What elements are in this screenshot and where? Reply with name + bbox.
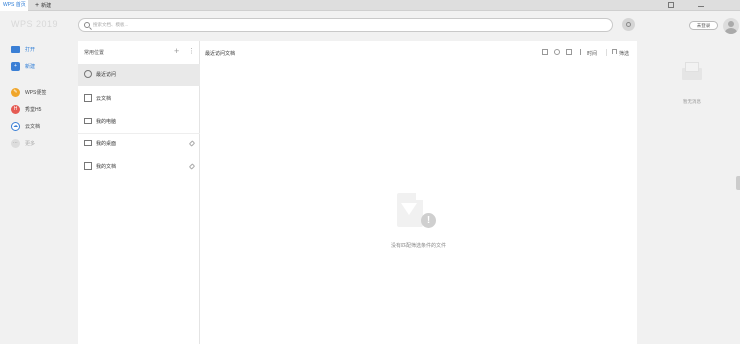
- locations-panel: 常用位置 + ⋮ 最近访问 云文档 我的电脑 我的桌面 我的文档: [78, 41, 200, 344]
- settings-gear-icon[interactable]: [622, 18, 635, 31]
- location-recent[interactable]: 最近访问: [78, 64, 200, 86]
- clock-icon: [84, 70, 92, 78]
- page-title: 最近访问文档: [205, 51, 236, 57]
- h5-icon: H: [11, 104, 20, 114]
- plus-icon: +: [11, 61, 20, 71]
- home-icon[interactable]: [542, 49, 548, 55]
- cube-icon: [84, 94, 92, 102]
- avatar-head: [728, 21, 734, 27]
- tab-home[interactable]: WPS 首页: [0, 0, 28, 11]
- warning-badge-icon: !: [421, 213, 436, 228]
- cloud-icon: ☁: [11, 121, 20, 131]
- location-documents-label: 我的文档: [96, 164, 117, 170]
- nav-new[interactable]: + 新建: [11, 61, 35, 71]
- locations-header: 常用位置: [84, 50, 105, 56]
- nav-h5-label: 秀堂H5: [25, 106, 42, 113]
- more-options-icon[interactable]: ⋮: [188, 47, 195, 55]
- nav-more-label: 更多: [25, 140, 36, 147]
- location-cloud-label: 云文档: [96, 96, 112, 102]
- envelope-icon: [682, 62, 702, 82]
- more-icon: ⋯: [11, 138, 20, 148]
- window-restore-icon[interactable]: [668, 2, 674, 8]
- search-icon: [84, 22, 90, 28]
- funnel-icon: [401, 203, 417, 215]
- nav-wps-note[interactable]: ✎ WPS便签: [11, 87, 46, 97]
- empty-document-icon: [397, 193, 423, 227]
- document-corner: [416, 193, 423, 200]
- location-cloud[interactable]: 云文档: [78, 88, 200, 110]
- window-minimize-icon[interactable]: [698, 2, 704, 7]
- folder-open-icon: [11, 45, 20, 53]
- location-documents[interactable]: 我的文档: [78, 156, 200, 178]
- nav-more[interactable]: ⋯ 更多: [11, 138, 35, 148]
- plus-icon: +: [35, 2, 40, 9]
- tab-new-label: 新建: [41, 3, 52, 9]
- sort-icon[interactable]: [580, 49, 582, 55]
- location-computer[interactable]: 我的电脑: [78, 111, 200, 133]
- pin-icon[interactable]: [188, 140, 196, 147]
- desktop-icon: [84, 140, 92, 146]
- sort-time-button[interactable]: 时间: [587, 50, 597, 57]
- toolbar-divider: [606, 49, 607, 56]
- refresh-icon[interactable]: [554, 49, 560, 55]
- monitor-icon: [84, 118, 92, 124]
- pin-icon[interactable]: [188, 163, 196, 170]
- location-computer-label: 我的电脑: [96, 119, 117, 125]
- layout-icon[interactable]: [566, 49, 572, 55]
- login-button[interactable]: 未登录: [689, 21, 718, 30]
- note-icon: ✎: [11, 87, 20, 97]
- app-logo: WPS 2019: [11, 19, 59, 29]
- nav-h5[interactable]: H 秀堂H5: [11, 104, 41, 114]
- location-recent-label: 最近访问: [96, 72, 117, 78]
- search-input[interactable]: 搜索文档、模板...: [78, 18, 613, 32]
- tab-bar: WPS 首页 + 新建: [0, 0, 740, 11]
- empty-state-text: 没有匹配筛选条件的文件: [390, 243, 446, 249]
- envelope-letter: [685, 62, 699, 72]
- panel-collapse-handle[interactable]: [736, 176, 740, 190]
- add-location-button[interactable]: +: [174, 46, 179, 56]
- search-placeholder: 搜索文档、模板...: [93, 22, 129, 27]
- avatar-body: [725, 28, 737, 34]
- recent-documents-panel: 最近访问文档 时间 筛选 ! 没有匹配筛选条件的文件: [200, 41, 637, 344]
- documents-icon: [84, 162, 92, 170]
- nav-open-label: 打开: [25, 46, 36, 53]
- location-desktop-label: 我的桌面: [96, 141, 117, 147]
- nav-cloud[interactable]: ☁ 云文档: [11, 121, 40, 131]
- filter-icon[interactable]: [612, 49, 617, 54]
- filter-button[interactable]: 筛选: [619, 50, 629, 57]
- nav-open[interactable]: 打开: [11, 44, 35, 54]
- tab-new[interactable]: + 新建: [35, 0, 51, 11]
- nav-wps-note-label: WPS便签: [25, 89, 47, 96]
- nav-cloud-label: 云文档: [25, 123, 41, 130]
- nav-new-label: 新建: [25, 63, 36, 70]
- avatar[interactable]: [723, 18, 739, 34]
- location-desktop[interactable]: 我的桌面: [78, 133, 200, 155]
- messages-empty-text: 暂无消息: [683, 99, 701, 104]
